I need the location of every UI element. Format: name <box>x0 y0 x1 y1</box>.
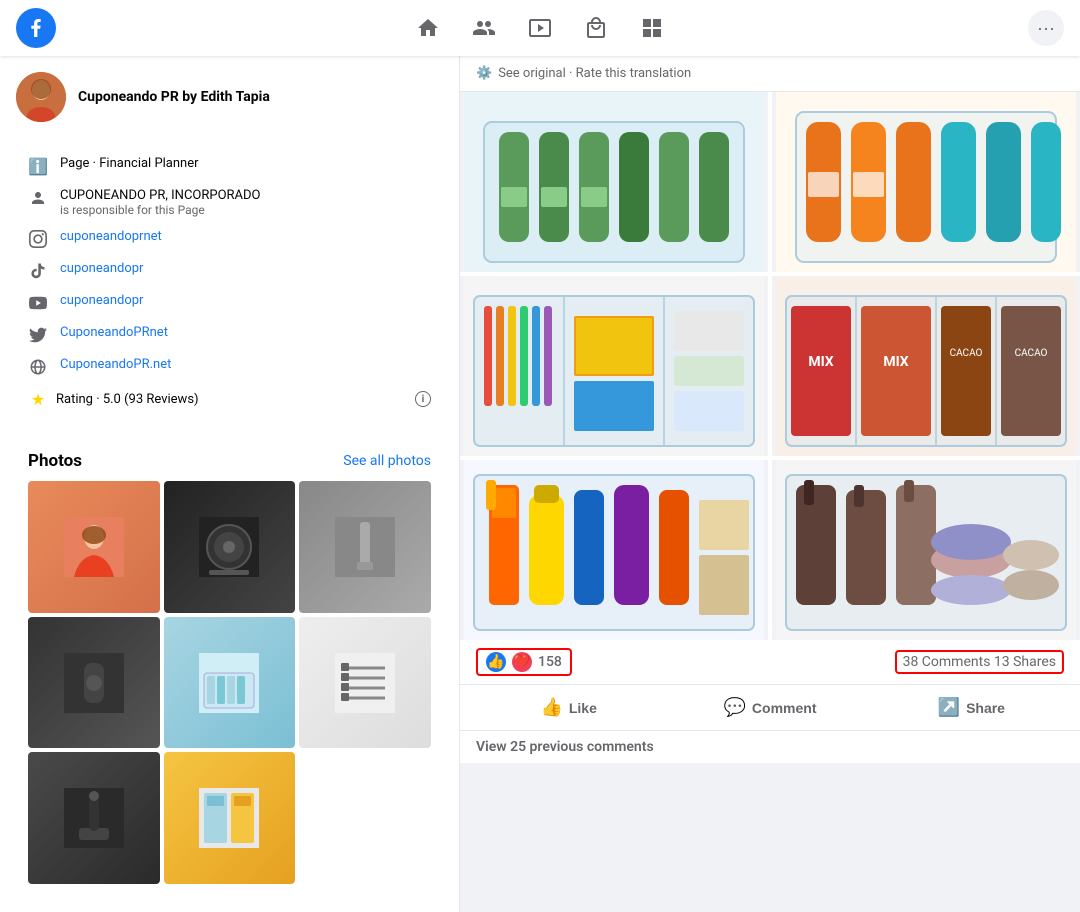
twitter-icon <box>28 325 48 345</box>
comments-shares-box[interactable]: 38 Comments 13 Shares <box>895 650 1064 674</box>
love-emoji: ❤️ <box>512 652 532 672</box>
post-image-1[interactable] <box>460 92 768 272</box>
post-images-grid: MIX MIX CACAO CACAO <box>460 92 1080 640</box>
comment-icon: 💬 <box>724 697 746 718</box>
tiktok-icon <box>28 261 48 281</box>
main-layout: Cuponeando PR by Edith Tapia ℹ️ Page · F… <box>0 56 1080 912</box>
instagram-link[interactable]: cuponeandoprnet <box>60 229 431 244</box>
rating-row: ★ Rating · 5.0 (93 Reviews) i <box>16 383 443 415</box>
reactions-left-box: 👍 ❤️ 158 <box>476 648 572 676</box>
post-image-3[interactable] <box>460 276 768 456</box>
comment-label: Comment <box>752 700 817 716</box>
photo-thumb-6[interactable] <box>299 617 431 749</box>
post-image-5[interactable] <box>460 460 768 640</box>
svg-text:CACAO: CACAO <box>950 348 983 359</box>
share-label: Share <box>966 700 1005 716</box>
info-icon: ℹ️ <box>28 156 48 176</box>
instagram-row[interactable]: cuponeandoprnet <box>16 223 443 255</box>
nav-center-icons <box>404 4 676 52</box>
nav-marketplace-button[interactable] <box>572 4 620 52</box>
page-title: Cuponeando PR by Edith Tapia <box>78 89 270 105</box>
post-image-2[interactable] <box>772 92 1080 272</box>
reaction-bar: 👍 ❤️ 158 38 Comments 13 Shares <box>460 640 1080 685</box>
instagram-icon <box>28 229 48 249</box>
post-card: ⚙️ See original · Rate this translation <box>460 56 1080 763</box>
page-name-text: Cuponeando PR by Edith Tapia <box>78 89 270 105</box>
photos-grid <box>28 481 431 884</box>
translation-bar: ⚙️ See original · Rate this translation <box>460 56 1080 92</box>
like-icon: 👍 <box>540 697 562 718</box>
photo-thumb-1[interactable] <box>28 481 160 613</box>
photo-thumb-7[interactable] <box>28 752 160 884</box>
responsible-text: CUPONEANDO PR, INCORPORADO is responsibl… <box>60 188 431 217</box>
nav-home-button[interactable] <box>404 4 452 52</box>
photos-header: Photos See all photos <box>28 451 431 471</box>
person-icon <box>28 188 48 208</box>
top-navigation: ··· <box>0 0 1080 56</box>
star-icon: ★ <box>28 389 48 409</box>
responsible-row: CUPONEANDO PR, INCORPORADO is responsibl… <box>16 182 443 223</box>
gear-icon: ⚙️ <box>476 66 492 81</box>
translation-text[interactable]: See original · Rate this translation <box>498 66 691 81</box>
tiktok-link[interactable]: cuponeandopr <box>60 261 431 276</box>
website-row[interactable]: CuponeandoPR.net <box>16 351 443 383</box>
twitter-link[interactable]: CuponeandoPRnet <box>60 325 431 340</box>
like-emoji: 👍 <box>486 652 506 672</box>
youtube-link[interactable]: cuponeandopr <box>60 293 431 308</box>
rating-text: Rating · 5.0 (93 Reviews) <box>56 392 407 407</box>
reactions-right: 38 Comments 13 Shares <box>895 650 1064 674</box>
reactions-count: 158 <box>538 654 562 670</box>
nav-left <box>16 8 56 48</box>
share-icon: ↗️ <box>938 697 960 718</box>
view-previous-comments[interactable]: View 25 previous comments <box>460 731 1080 763</box>
share-button[interactable]: ↗️ Share <box>871 689 1072 726</box>
photo-thumb-8[interactable] <box>164 752 296 884</box>
photos-section: Photos See all photos <box>16 439 443 896</box>
comment-button[interactable]: 💬 Comment <box>669 689 870 726</box>
post-image-4[interactable]: MIX MIX CACAO CACAO <box>772 276 1080 456</box>
photos-title: Photos <box>28 451 82 471</box>
facebook-logo[interactable] <box>16 8 56 48</box>
youtube-icon <box>28 293 48 313</box>
more-options-button[interactable]: ··· <box>1028 10 1064 46</box>
nav-right: ··· <box>1028 10 1064 46</box>
svg-text:MIX: MIX <box>883 354 908 370</box>
youtube-row[interactable]: cuponeandopr <box>16 287 443 319</box>
nav-watch-button[interactable] <box>516 4 564 52</box>
page-type-text: Page · Financial Planner <box>60 156 431 171</box>
page-info-card: ℹ️ Page · Financial Planner CUPONEANDO P… <box>16 138 443 427</box>
svg-text:MIX: MIX <box>808 354 833 370</box>
action-buttons: 👍 Like 💬 Comment ↗️ Share <box>460 685 1080 731</box>
photo-thumb-2[interactable] <box>164 481 296 613</box>
website-link[interactable]: CuponeandoPR.net <box>60 357 431 372</box>
page-header: Cuponeando PR by Edith Tapia <box>16 72 443 122</box>
like-label: Like <box>569 700 597 716</box>
post-image-6[interactable] <box>772 460 1080 640</box>
nav-gaming-button[interactable] <box>628 4 676 52</box>
svg-text:CACAO: CACAO <box>1015 348 1048 359</box>
nav-friends-button[interactable] <box>460 4 508 52</box>
page-type-row: ℹ️ Page · Financial Planner <box>16 150 443 182</box>
avatar <box>16 72 66 122</box>
see-all-photos-link[interactable]: See all photos <box>343 453 431 469</box>
photo-thumb-5[interactable] <box>164 617 296 749</box>
avatar-image <box>16 72 66 122</box>
photo-thumb-4[interactable] <box>28 617 160 749</box>
twitter-row[interactable]: CuponeandoPRnet <box>16 319 443 351</box>
right-content: ⚙️ See original · Rate this translation <box>460 56 1080 912</box>
info-circle-icon[interactable]: i <box>415 391 431 407</box>
left-sidebar: Cuponeando PR by Edith Tapia ℹ️ Page · F… <box>0 56 460 912</box>
like-button[interactable]: 👍 Like <box>468 689 669 726</box>
photo-thumb-3[interactable] <box>299 481 431 613</box>
tiktok-row[interactable]: cuponeandopr <box>16 255 443 287</box>
globe-icon <box>28 357 48 377</box>
